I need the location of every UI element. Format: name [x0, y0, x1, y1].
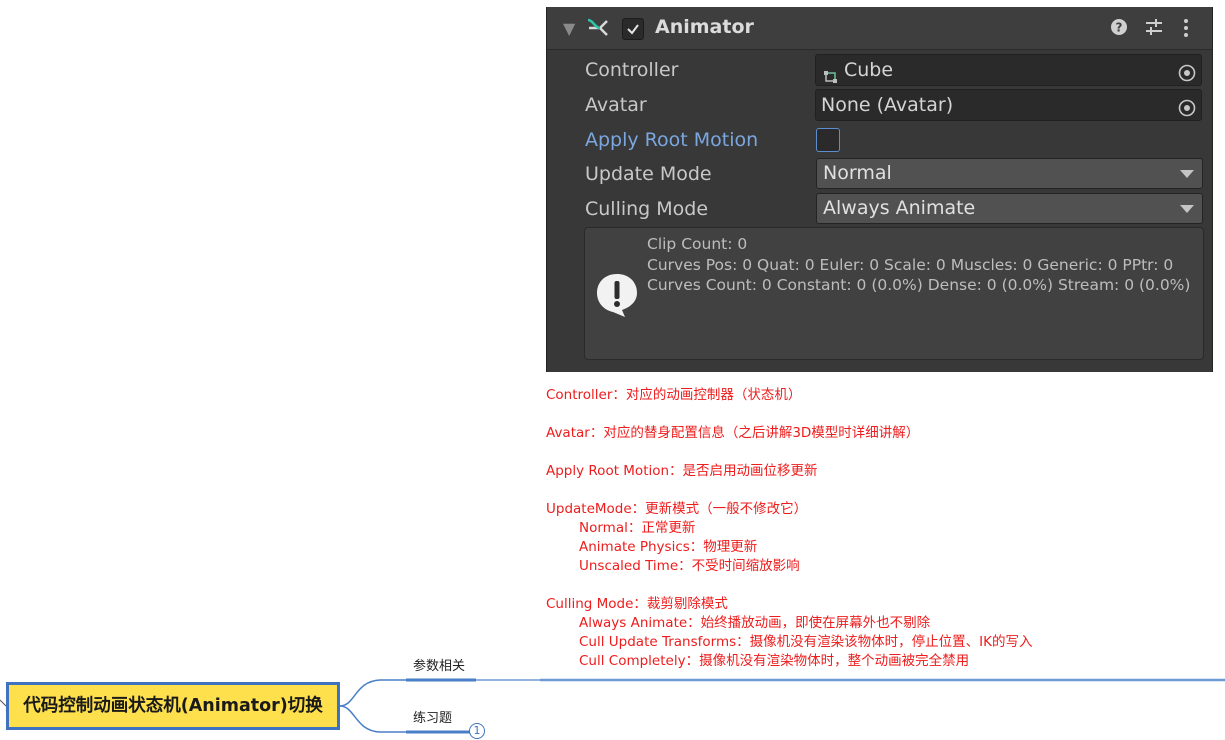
collapsed-count-badge[interactable]: 1 [469, 723, 485, 739]
topic-parameters[interactable]: 参数相关 [413, 655, 465, 674]
topic-exercises[interactable]: 练习题 [413, 707, 452, 726]
central-topic[interactable]: 代码控制动画状态机(Animator)切换 [6, 682, 340, 730]
mindmap-connectors [0, 678, 1225, 734]
